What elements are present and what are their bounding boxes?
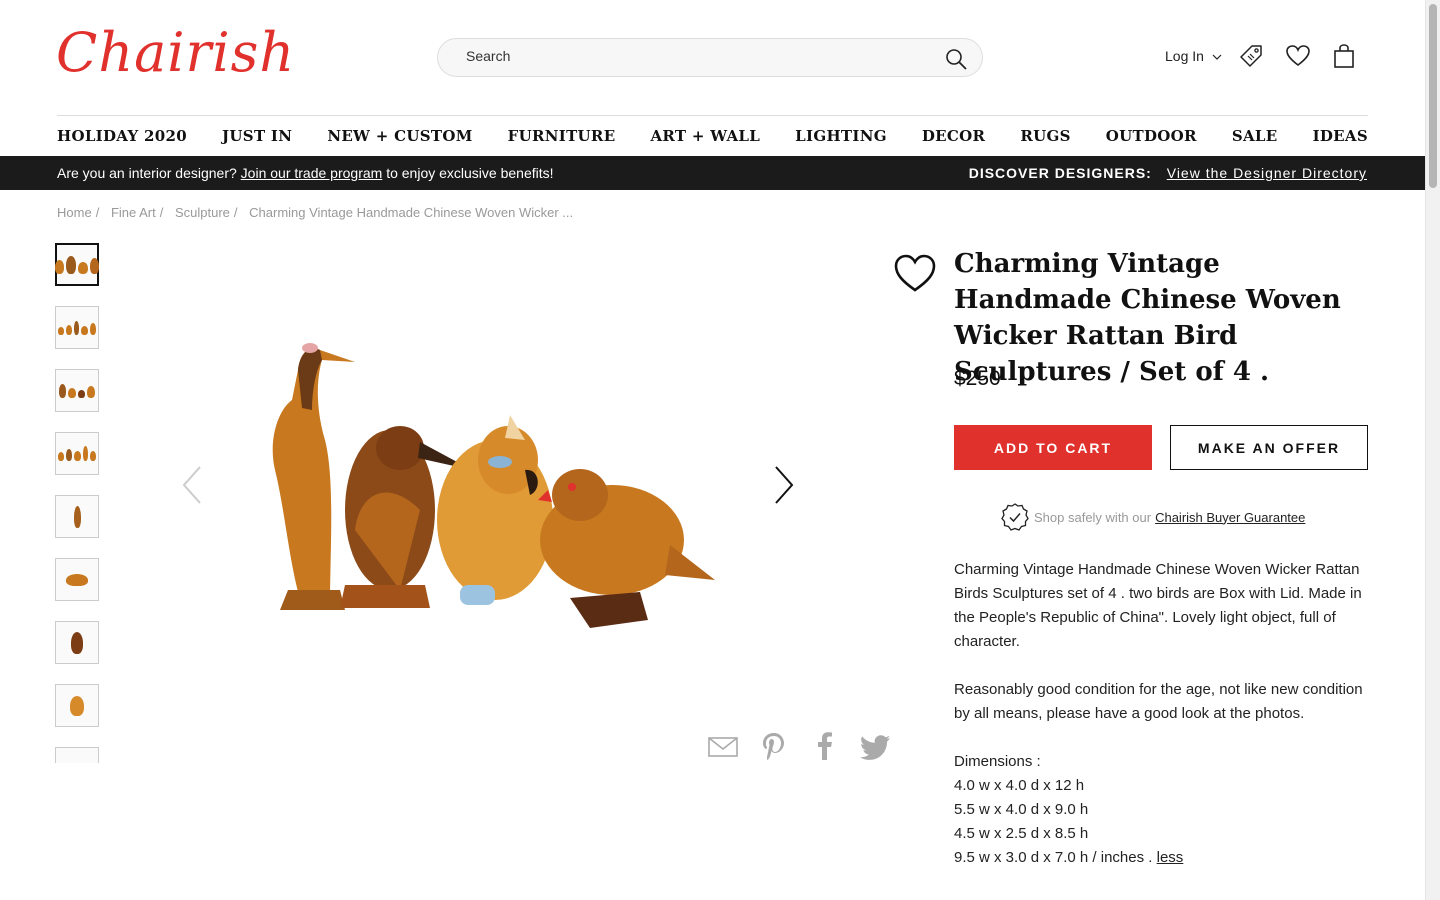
favorite-heart-icon[interactable] bbox=[893, 252, 937, 296]
nav-item-new-custom[interactable]: NEW + CUSTOM bbox=[327, 127, 472, 145]
arrow-right-icon[interactable] bbox=[772, 464, 796, 506]
add-to-cart-button[interactable]: ADD TO CART bbox=[954, 425, 1152, 470]
nav-item-holiday[interactable]: HOLIDAY 2020 bbox=[57, 127, 187, 145]
breadcrumb-separator: / bbox=[233, 205, 238, 220]
facebook-icon[interactable] bbox=[809, 730, 841, 762]
tag-icon[interactable] bbox=[1238, 43, 1264, 69]
bird-dove-figure bbox=[538, 469, 715, 628]
trade-suffix: to enjoy exclusive benefits! bbox=[386, 165, 554, 181]
thumbnail-3[interactable] bbox=[55, 369, 99, 412]
login-menu[interactable]: Log In bbox=[1165, 48, 1222, 64]
product-main-image[interactable] bbox=[250, 330, 720, 640]
dimensions-label: Dimensions : bbox=[954, 753, 1041, 770]
bird-heron-figure bbox=[272, 343, 355, 610]
buyer-guarantee-link[interactable]: Chairish Buyer Guarantee bbox=[1155, 510, 1305, 525]
dimension-line: 9.5 w x 3.0 d x 7.0 h / inches . bbox=[954, 849, 1153, 866]
dimension-line: 4.0 w x 4.0 d x 12 h bbox=[954, 777, 1085, 794]
designer-directory-link[interactable]: View the Designer Directory bbox=[1167, 165, 1367, 181]
nav-item-lighting[interactable]: LIGHTING bbox=[795, 127, 887, 145]
breadcrumb-sculpture[interactable]: Sculpture bbox=[175, 205, 230, 220]
thumbnail-4[interactable] bbox=[55, 432, 99, 475]
main-nav: HOLIDAY 2020 JUST IN NEW + CUSTOM FURNIT… bbox=[57, 115, 1368, 156]
nav-item-outdoor[interactable]: OUTDOOR bbox=[1106, 127, 1197, 145]
heart-icon[interactable] bbox=[1285, 43, 1311, 69]
page-scrollbar[interactable] bbox=[1425, 0, 1440, 900]
description-paragraph-2: Reasonably good condition for the age, n… bbox=[954, 681, 1363, 722]
pinterest-icon[interactable] bbox=[758, 730, 790, 762]
discover-designers: DISCOVER DESIGNERS: View the Designer Di… bbox=[969, 165, 1367, 181]
site-header: Chairish Log In bbox=[0, 0, 1425, 115]
trade-program-link[interactable]: Join our trade program bbox=[241, 165, 383, 181]
shopping-bag-icon[interactable] bbox=[1331, 43, 1357, 69]
nav-item-decor[interactable]: DECOR bbox=[922, 127, 985, 145]
trade-promo-bar: Are you an interior designer? Join our t… bbox=[0, 156, 1425, 190]
thumbnail-list bbox=[55, 243, 101, 763]
dimension-line: 5.5 w x 4.0 d x 9.0 h bbox=[954, 801, 1089, 818]
scrollbar-thumb[interactable] bbox=[1429, 4, 1437, 188]
product-description: Charming Vintage Handmade Chinese Woven … bbox=[954, 558, 1364, 870]
discover-label: DISCOVER DESIGNERS: bbox=[968, 165, 1152, 181]
trade-question: Are you an interior designer? bbox=[57, 165, 237, 181]
nav-item-art-wall[interactable]: ART + WALL bbox=[650, 127, 760, 145]
thumbnail-5[interactable] bbox=[55, 495, 99, 538]
description-paragraph-1: Charming Vintage Handmade Chinese Woven … bbox=[954, 561, 1362, 650]
search-input[interactable] bbox=[466, 48, 936, 64]
guarantee-text: Shop safely with our bbox=[1034, 509, 1152, 525]
twitter-icon[interactable] bbox=[860, 730, 892, 762]
thumbnail-6[interactable] bbox=[55, 558, 99, 601]
trade-promo: Are you an interior designer? Join our t… bbox=[57, 165, 554, 181]
thumbnail-1[interactable] bbox=[55, 243, 99, 286]
nav-item-rugs[interactable]: RUGS bbox=[1020, 127, 1070, 145]
breadcrumb-fine-art[interactable]: Fine Art bbox=[111, 205, 156, 220]
search-bar[interactable] bbox=[437, 38, 983, 77]
breadcrumb-separator: / bbox=[159, 205, 164, 220]
mail-icon[interactable] bbox=[707, 730, 739, 762]
breadcrumb-current: Charming Vintage Handmade Chinese Woven … bbox=[249, 205, 574, 220]
product-title: Charming Vintage Handmade Chinese Woven … bbox=[954, 249, 1341, 387]
arrow-left-icon[interactable] bbox=[180, 464, 204, 506]
chevron-down-icon bbox=[1212, 54, 1222, 61]
thumbnail-7[interactable] bbox=[55, 621, 99, 664]
chairish-logo[interactable]: Chairish bbox=[56, 18, 295, 88]
nav-item-ideas[interactable]: IDEAS bbox=[1313, 127, 1368, 145]
breadcrumb: Home / Fine Art / Sculpture / Charming Vint… bbox=[57, 205, 577, 220]
less-link[interactable]: less bbox=[1157, 849, 1184, 866]
login-label[interactable]: Log In bbox=[1165, 48, 1204, 64]
breadcrumb-home[interactable]: Home bbox=[57, 205, 92, 220]
thumbnail-9[interactable] bbox=[55, 747, 99, 763]
dimensions-block: Dimensions : 4.0 w x 4.0 d x 12 h 5.5 w … bbox=[954, 750, 1364, 870]
dimension-line-last: 9.5 w x 3.0 d x 7.0 h / inches . less bbox=[954, 846, 1364, 870]
shield-check-icon bbox=[1001, 503, 1029, 531]
make-offer-button[interactable]: MAKE AN OFFER bbox=[1170, 425, 1368, 470]
search-icon[interactable] bbox=[944, 47, 968, 71]
thumbnail-2[interactable] bbox=[55, 306, 99, 349]
nav-item-just-in[interactable]: JUST IN bbox=[222, 127, 292, 145]
nav-item-sale[interactable]: SALE bbox=[1232, 127, 1278, 145]
thumbnail-8[interactable] bbox=[55, 684, 99, 727]
dimension-line: 4.5 w x 2.5 d x 8.5 h bbox=[954, 825, 1089, 842]
nav-item-furniture[interactable]: FURNITURE bbox=[508, 127, 616, 145]
buyer-guarantee: Shop safely with our Chairish Buyer Guar… bbox=[1000, 502, 1305, 532]
breadcrumb-separator: / bbox=[95, 205, 100, 220]
bird-parrot-figure bbox=[437, 415, 553, 605]
product-price: $250 bbox=[954, 367, 1001, 390]
